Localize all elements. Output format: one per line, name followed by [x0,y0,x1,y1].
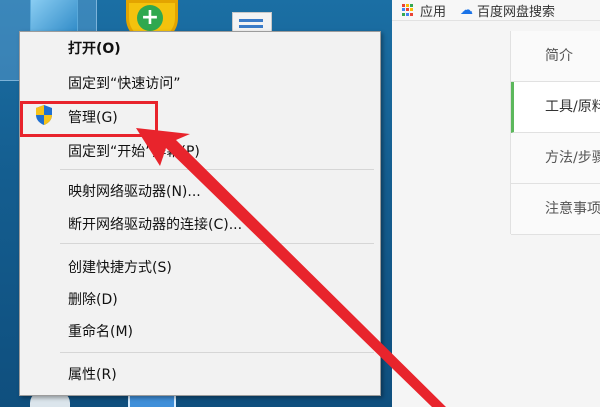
bookmark-baidu-pan-search[interactable]: 百度网盘搜索 [477,1,555,20]
menu-item-create-shortcut[interactable]: 创建快捷方式(S) [68,257,172,279]
menu-separator [60,243,374,244]
bookmarks-bar: 应用 ☁ 百度网盘搜索 [392,0,600,21]
toc-item-tools[interactable]: 工具/原料 [511,82,600,133]
menu-item-properties[interactable]: 属性(R) [68,364,117,386]
menu-item-map-network-drive[interactable]: 映射网络驱动器(N)... [68,181,201,203]
menu-item-pin-start[interactable]: 固定到“开始”屏幕(P) [68,141,200,163]
menu-separator [60,352,374,353]
menu-item-pin-quick-access[interactable]: 固定到“快速访问” [68,73,181,95]
browser-window: 应用 ☁ 百度网盘搜索 简介 工具/原料 方法/步骤 注意事项 [392,0,600,407]
bookmark-apps[interactable]: 应用 [420,1,446,20]
context-menu: 打开(O) 固定到“快速访问” 管理(G) 固定到“开始”屏幕(P) 映射网络驱… [19,31,381,396]
menu-item-rename[interactable]: 重命名(M) [68,321,133,343]
toc-item-intro[interactable]: 简介 [511,31,600,82]
toc-item-steps[interactable]: 方法/步骤 [511,133,600,184]
menu-item-delete[interactable]: 删除(D) [68,289,118,311]
highlight-box [20,101,158,137]
menu-separator [60,169,374,170]
menu-item-disconnect-network-drive[interactable]: 断开网络驱动器的连接(C)... [68,214,242,236]
web-page: 简介 工具/原料 方法/步骤 注意事项 [392,21,600,407]
table-of-contents: 简介 工具/原料 方法/步骤 注意事项 [510,31,600,235]
apps-grid-icon[interactable] [402,4,414,16]
baidu-cloud-icon: ☁ [460,2,474,18]
toc-item-notes[interactable]: 注意事项 [511,184,600,235]
menu-item-open[interactable]: 打开(O) [68,38,121,60]
